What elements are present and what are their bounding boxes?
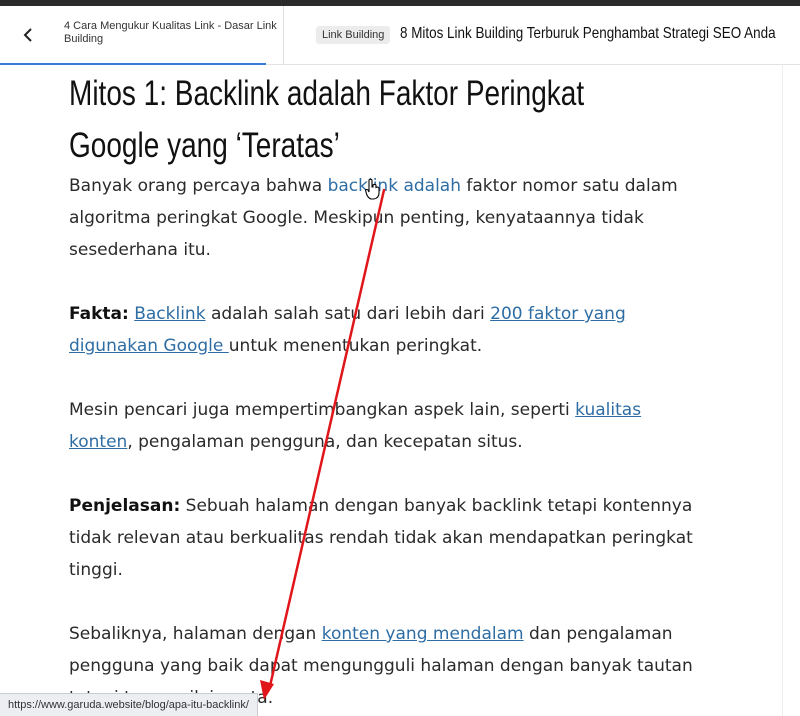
link-url-status-bar: https://www.garuda.website/blog/apa-itu-…: [0, 693, 258, 716]
link-backlink[interactable]: Backlink: [134, 304, 205, 324]
fakta-label: Fakta:: [69, 304, 129, 324]
nav-divider: [283, 6, 284, 64]
category-badge[interactable]: Link Building: [316, 26, 391, 44]
penjelasan-label: Penjelasan:: [69, 496, 181, 516]
article-body: Mitos 1: Backlink adalah Faktor Peringka…: [69, 68, 709, 714]
hand-pointer-icon: [364, 178, 380, 200]
back-button[interactable]: [0, 6, 56, 64]
next-post-title[interactable]: 8 Mitos Link Building Terburuk Penghamba…: [400, 22, 776, 46]
active-nav-underline: [0, 63, 266, 65]
post-navigation-bar: 4 Cara Mengukur Kualitas Link - Dasar Li…: [0, 6, 800, 65]
link-konten-mendalam[interactable]: konten yang mendalam: [322, 624, 524, 644]
paragraph-penjelasan: Penjelasan: Sebuah halaman dengan banyak…: [69, 496, 693, 580]
paragraph-intro: Banyak orang percaya bahwa backlink adal…: [69, 176, 678, 260]
section-heading: Mitos 1: Backlink adalah Faktor Peringka…: [69, 74, 585, 165]
chevron-left-icon: [23, 28, 32, 42]
paragraph-aspek-lain: Mesin pencari juga mempertimbangkan aspe…: [69, 400, 642, 452]
paragraph-fakta: Fakta: Backlink adalah salah satu dari l…: [69, 304, 626, 356]
link-backlink-adalah[interactable]: backlink adalah: [328, 176, 461, 196]
previous-post-link[interactable]: 4 Cara Mengukur Kualitas Link - Dasar Li…: [64, 20, 284, 46]
content-right-edge: [782, 64, 783, 716]
